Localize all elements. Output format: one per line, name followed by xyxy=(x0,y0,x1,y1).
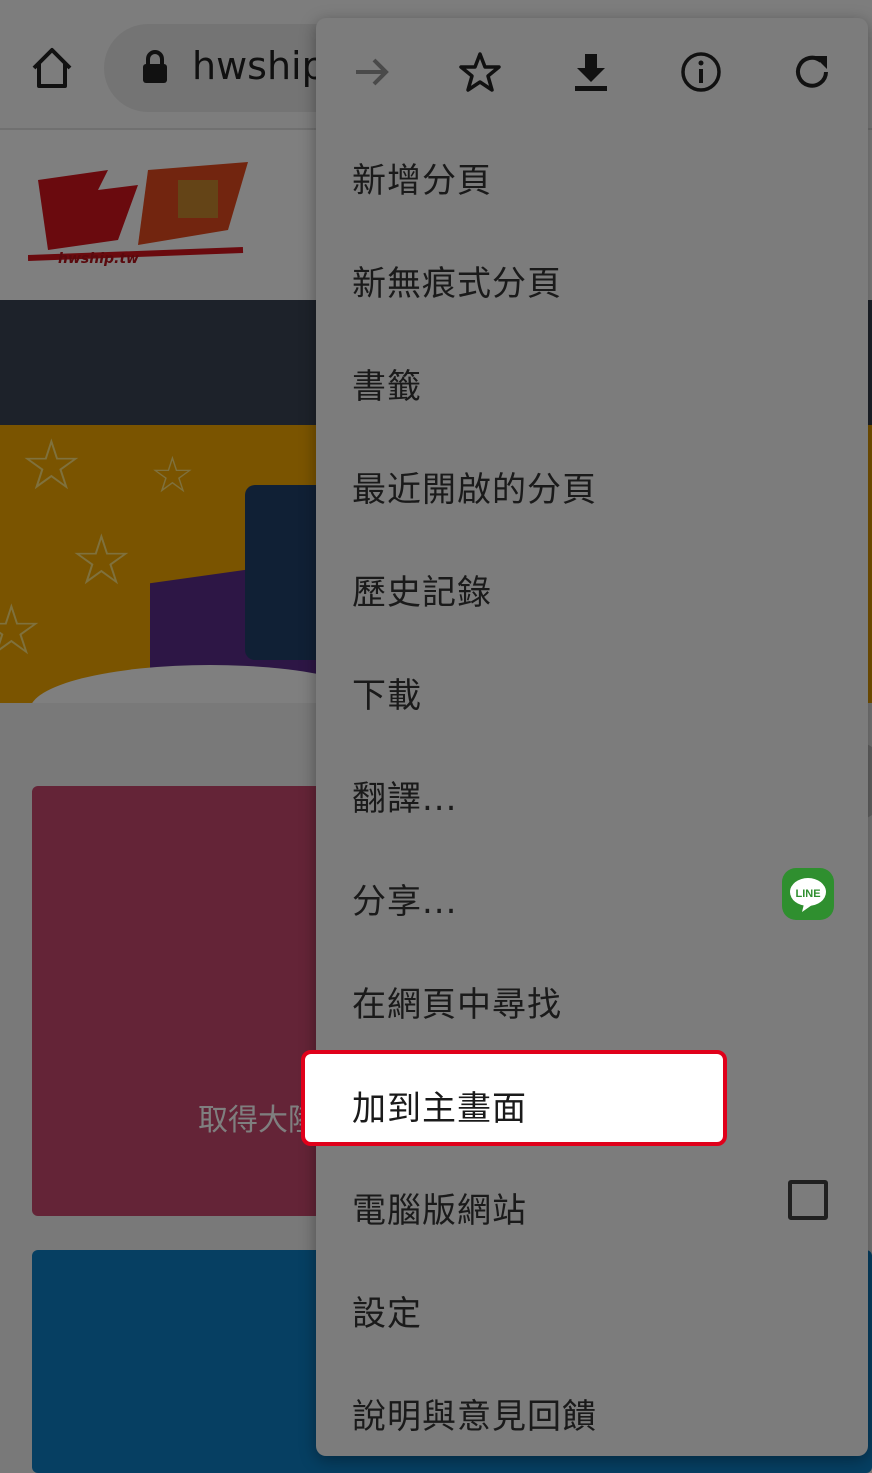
menu-item-help-feedback[interactable]: 說明與意見回饋 xyxy=(316,1359,868,1462)
overflow-menu: 新增分頁 新無痕式分頁 書籤 最近開啟的分頁 歷史記錄 下載 翻譯... 分享.… xyxy=(316,18,868,1456)
line-app-icon[interactable]: LINE xyxy=(782,868,834,920)
menu-item-bookmarks[interactable]: 書籤 xyxy=(316,329,868,432)
svg-text:LINE: LINE xyxy=(795,888,820,900)
menu-item-find-in-page[interactable]: 在網頁中尋找 xyxy=(316,947,868,1050)
menu-item-downloads[interactable]: 下載 xyxy=(316,638,868,741)
menu-item-translate[interactable]: 翻譯... xyxy=(316,741,868,844)
desktop-site-checkbox[interactable] xyxy=(788,1180,828,1220)
refresh-icon[interactable] xyxy=(790,50,834,94)
menu-item-new-tab[interactable]: 新增分頁 xyxy=(316,123,868,226)
menu-item-recent-tabs[interactable]: 最近開啟的分頁 xyxy=(316,432,868,535)
menu-icon-row xyxy=(316,18,868,128)
star-icon[interactable] xyxy=(458,50,502,94)
menu-item-history[interactable]: 歷史記錄 xyxy=(316,535,868,638)
menu-item-new-incognito-tab[interactable]: 新無痕式分頁 xyxy=(316,226,868,329)
menu-item-add-to-home-screen[interactable]: 加到主畫面 xyxy=(301,1050,727,1146)
download-icon[interactable] xyxy=(569,50,613,94)
forward-icon[interactable] xyxy=(350,50,394,94)
info-icon[interactable] xyxy=(679,50,723,94)
menu-item-settings[interactable]: 設定 xyxy=(316,1256,868,1359)
menu-item-desktop-site[interactable]: 電腦版網站 xyxy=(316,1153,868,1256)
